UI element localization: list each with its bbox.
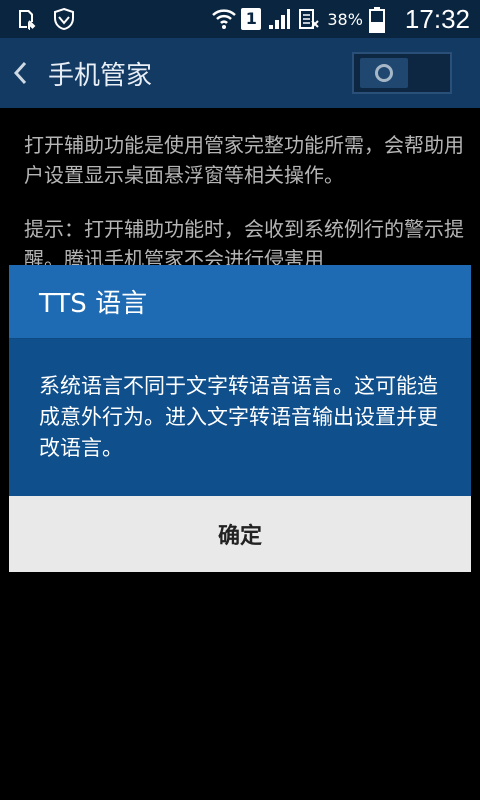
description-paragraph: 打开辅助功能是使用管家完整功能所需，会帮助用户设置显示桌面悬浮窗等相关操作。 xyxy=(24,133,464,187)
roaming-icon xyxy=(297,7,321,31)
toggle-off-icon xyxy=(375,64,393,82)
toggle-knob xyxy=(360,58,408,88)
app-title: 手机管家 xyxy=(48,60,153,91)
clock: 17:32 xyxy=(404,3,470,34)
battery-icon xyxy=(368,7,393,33)
accessibility-toggle[interactable] xyxy=(352,52,452,94)
dialog-body: 系统语言不同于文字转语音语言。这可能造成意外行为。进入文字转语音输出设置并更改语… xyxy=(9,339,471,496)
back-icon[interactable] xyxy=(12,53,36,93)
shield-icon xyxy=(52,7,76,31)
battery-percent: 38% xyxy=(327,9,363,29)
dialog-title: TTS 语言 xyxy=(39,289,148,319)
confirm-button[interactable]: 确定 xyxy=(9,496,471,572)
app-bar: 手机管家 xyxy=(0,38,480,108)
sim-slot-icon: 1 xyxy=(241,8,262,30)
dialog-header: TTS 语言 xyxy=(9,265,471,339)
signal-icon xyxy=(267,7,291,31)
status-bar: 1 38% 17:32 xyxy=(0,0,480,38)
download-status-icon xyxy=(14,7,38,31)
dialog-message: 系统语言不同于文字转语音语言。这可能造成意外行为。进入文字转语音输出设置并更改语… xyxy=(39,374,438,460)
wifi-icon xyxy=(211,7,237,31)
tts-language-dialog: TTS 语言 系统语言不同于文字转语音语言。这可能造成意外行为。进入文字转语音输… xyxy=(9,265,471,572)
